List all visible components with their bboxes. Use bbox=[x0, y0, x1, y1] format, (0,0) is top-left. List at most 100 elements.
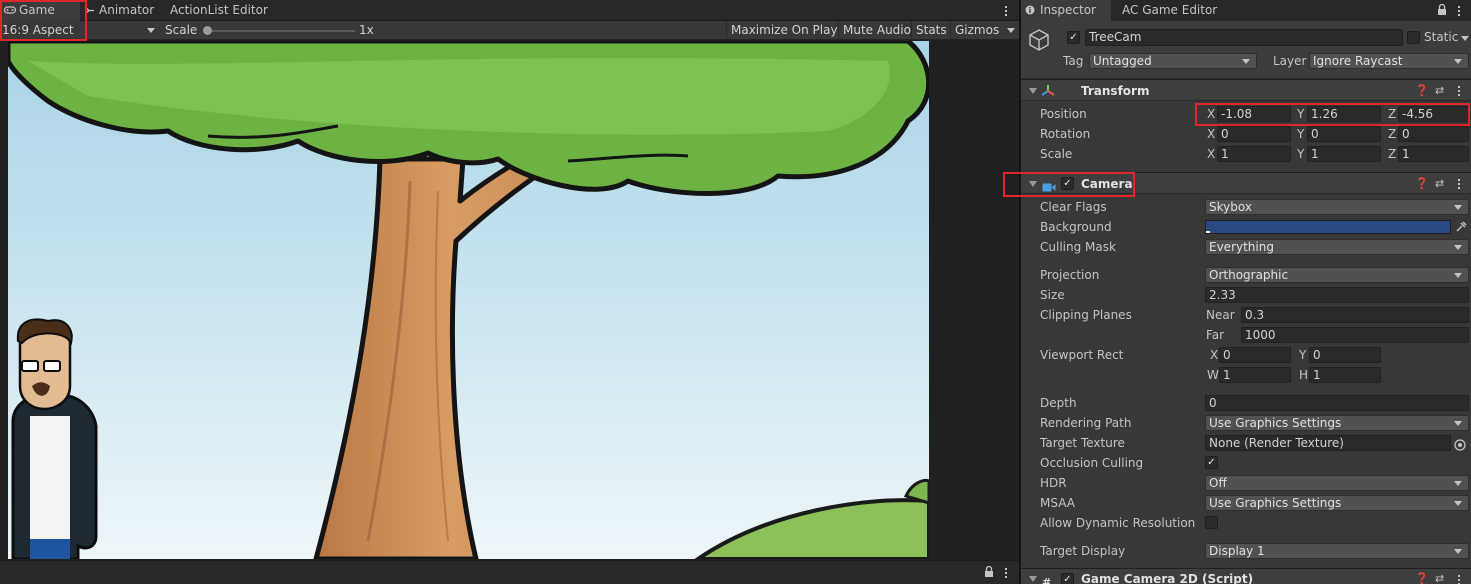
axis-y-label[interactable]: Y bbox=[1299, 345, 1306, 365]
help-icon[interactable]: ❓ bbox=[1415, 80, 1429, 102]
axis-z-label[interactable]: Z bbox=[1388, 124, 1396, 144]
depth-field[interactable]: 0 bbox=[1205, 395, 1469, 411]
msaa-label: MSAA bbox=[1040, 496, 1075, 510]
scale-y-field[interactable]: 1 bbox=[1307, 146, 1381, 162]
axis-z-label[interactable]: Z bbox=[1388, 104, 1396, 124]
position-z-field[interactable]: -4.56 bbox=[1398, 106, 1469, 122]
scale-z-field[interactable]: 1 bbox=[1398, 146, 1469, 162]
axis-h-label[interactable]: H bbox=[1299, 365, 1308, 385]
axis-z-label[interactable]: Z bbox=[1388, 144, 1396, 164]
viewport-y-field[interactable]: 0 bbox=[1309, 347, 1381, 363]
clipping-planes-label: Clipping Planes bbox=[1040, 308, 1132, 322]
axis-y-label[interactable]: Y bbox=[1297, 124, 1304, 144]
transform-component-header[interactable]: Transform ❓ ⇄ bbox=[1021, 79, 1471, 101]
rotation-x-field[interactable]: 0 bbox=[1217, 126, 1291, 142]
hdr-label: HDR bbox=[1040, 476, 1067, 490]
mute-audio-button[interactable]: Mute Audio bbox=[838, 21, 915, 40]
target-display-dropdown[interactable]: Display 1 bbox=[1205, 543, 1469, 559]
axis-x-label[interactable]: X bbox=[1207, 104, 1215, 124]
object-name-field[interactable]: TreeCam bbox=[1085, 29, 1403, 46]
far-label[interactable]: Far bbox=[1206, 325, 1224, 345]
hdr-dropdown[interactable]: Off bbox=[1205, 475, 1469, 491]
culling-mask-dropdown[interactable]: Everything bbox=[1205, 239, 1469, 255]
chevron-down-icon bbox=[1454, 273, 1462, 278]
inspector-panel: Inspector AC Game Editor ✓ TreeCam Stati… bbox=[1003, 0, 1471, 584]
gameobject-header: ✓ TreeCam Static Tag Untagged Layer Igno… bbox=[1021, 21, 1471, 79]
dynamic-resolution-checkbox[interactable] bbox=[1205, 516, 1218, 529]
layer-dropdown[interactable]: Ignore Raycast bbox=[1309, 53, 1469, 69]
lock-icon[interactable] bbox=[984, 565, 994, 581]
msaa-dropdown[interactable]: Use Graphics Settings bbox=[1205, 495, 1469, 511]
static-chevron-icon[interactable] bbox=[1461, 36, 1469, 41]
foldout-icon[interactable] bbox=[1029, 576, 1037, 582]
tab-ac-game-editor-label: AC Game Editor bbox=[1122, 3, 1218, 17]
axis-y-label[interactable]: Y bbox=[1297, 144, 1304, 164]
game-viewport[interactable] bbox=[8, 41, 929, 559]
foldout-icon[interactable] bbox=[1029, 181, 1037, 187]
game-tab-menu-icon[interactable] bbox=[1004, 4, 1008, 18]
rendering-path-dropdown[interactable]: Use Graphics Settings bbox=[1205, 415, 1469, 431]
maximize-on-play-button[interactable]: Maximize On Play bbox=[726, 21, 842, 40]
game-camera-2d-component-header[interactable]: # ✓ Game Camera 2D (Script) ❓ ⇄ bbox=[1021, 568, 1471, 584]
occlusion-culling-checkbox[interactable]: ✓ bbox=[1205, 456, 1218, 469]
projection-dropdown[interactable]: Orthographic bbox=[1205, 267, 1469, 283]
eyedropper-icon[interactable] bbox=[1455, 219, 1467, 239]
help-icon[interactable]: ❓ bbox=[1415, 569, 1429, 584]
rotation-y-field[interactable]: 0 bbox=[1307, 126, 1381, 142]
position-y-field[interactable]: 1.26 bbox=[1307, 106, 1381, 122]
far-field[interactable]: 1000 bbox=[1241, 327, 1469, 343]
camera-component-header[interactable]: ✓ Camera ❓ ⇄ bbox=[1021, 172, 1471, 194]
axis-x-label[interactable]: X bbox=[1207, 124, 1215, 144]
static-checkbox[interactable] bbox=[1407, 31, 1420, 44]
presets-icon[interactable]: ⇄ bbox=[1435, 569, 1444, 584]
camera-enabled-checkbox[interactable]: ✓ bbox=[1061, 177, 1074, 190]
target-display-label: Target Display bbox=[1040, 544, 1126, 558]
dynamic-resolution-row: Allow Dynamic Resolution bbox=[1021, 513, 1471, 533]
chevron-down-icon bbox=[1454, 549, 1462, 554]
axis-w-label[interactable]: W bbox=[1207, 365, 1219, 385]
tab-actionlist-editor[interactable]: ActionList Editor bbox=[166, 0, 296, 21]
rotation-z-field[interactable]: 0 bbox=[1398, 126, 1469, 142]
tab-ac-game-editor[interactable]: AC Game Editor bbox=[1118, 0, 1238, 21]
bottom-menu-icon[interactable] bbox=[1004, 566, 1008, 580]
viewport-rect-label: Viewport Rect bbox=[1040, 348, 1124, 362]
scale-x-field[interactable]: 1 bbox=[1217, 146, 1291, 162]
axis-y-label[interactable]: Y bbox=[1297, 104, 1304, 124]
aspect-dropdown[interactable]: 16:9 Aspect bbox=[2, 21, 156, 40]
tag-dropdown[interactable]: Untagged bbox=[1089, 53, 1257, 69]
viewport-x-field[interactable]: 0 bbox=[1219, 347, 1291, 363]
component-menu-icon[interactable] bbox=[1457, 573, 1461, 584]
lock-icon[interactable] bbox=[1437, 3, 1447, 19]
size-field[interactable]: 2.33 bbox=[1205, 287, 1469, 303]
help-icon[interactable]: ❓ bbox=[1415, 173, 1429, 195]
inspector-menu-icon[interactable] bbox=[1457, 4, 1461, 18]
component-menu-icon[interactable] bbox=[1457, 84, 1461, 98]
gizmos-label: Gizmos bbox=[955, 23, 1000, 37]
component-menu-icon[interactable] bbox=[1457, 177, 1461, 191]
viewport-wh-row: W 1 H 1 bbox=[1021, 365, 1471, 385]
tab-game[interactable]: Game bbox=[0, 0, 80, 21]
background-color-swatch[interactable] bbox=[1205, 220, 1451, 234]
active-checkbox[interactable]: ✓ bbox=[1067, 31, 1080, 44]
scale-slider-handle[interactable] bbox=[203, 26, 212, 35]
viewport-h-field[interactable]: 1 bbox=[1309, 367, 1381, 383]
near-label[interactable]: Near bbox=[1206, 305, 1235, 325]
stats-button[interactable]: Stats bbox=[911, 21, 951, 40]
near-field[interactable]: 0.3 bbox=[1241, 307, 1469, 323]
tab-animator[interactable]: Animator bbox=[80, 0, 166, 21]
axis-x-label[interactable]: X bbox=[1207, 144, 1215, 164]
viewport-w-field[interactable]: 1 bbox=[1219, 367, 1291, 383]
axis-x-label[interactable]: X bbox=[1210, 345, 1218, 365]
position-x-field[interactable]: -1.08 bbox=[1217, 106, 1291, 122]
tab-inspector[interactable]: Inspector bbox=[1021, 0, 1111, 21]
presets-icon[interactable]: ⇄ bbox=[1435, 173, 1444, 195]
gizmos-dropdown[interactable]: Gizmos bbox=[950, 21, 1019, 40]
scale-slider-track[interactable] bbox=[205, 30, 355, 32]
presets-icon[interactable]: ⇄ bbox=[1435, 80, 1444, 102]
target-texture-field[interactable]: None (Render Texture) bbox=[1205, 435, 1451, 451]
foldout-icon[interactable] bbox=[1029, 88, 1037, 94]
script-enabled-checkbox[interactable]: ✓ bbox=[1061, 573, 1074, 584]
clear-flags-dropdown[interactable]: Skybox bbox=[1205, 199, 1469, 215]
chevron-down-icon bbox=[1242, 59, 1250, 64]
clear-flags-value: Skybox bbox=[1209, 200, 1252, 214]
